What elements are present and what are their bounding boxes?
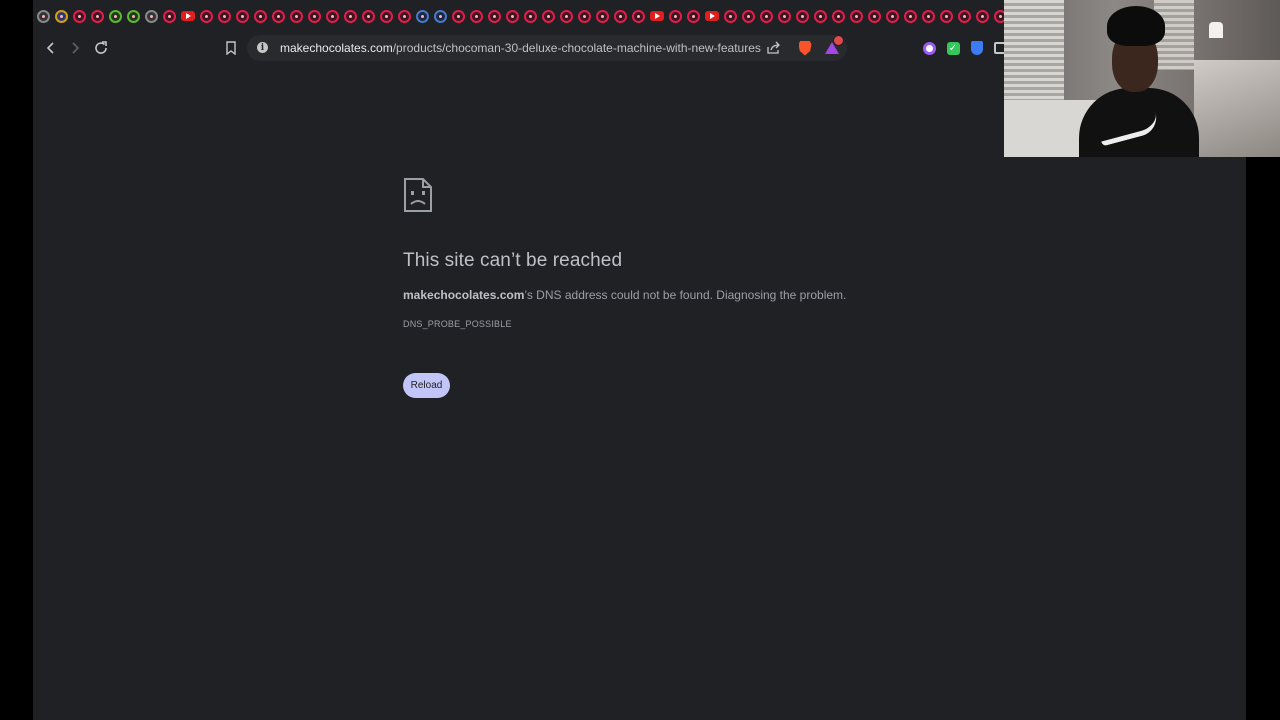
- tab-favicon-icon[interactable]: [542, 9, 555, 23]
- tab-favicon-icon[interactable]: [91, 9, 104, 23]
- tab-favicon-icon[interactable]: [272, 9, 285, 23]
- site-info-icon[interactable]: i: [257, 42, 268, 53]
- tab-favicon-icon[interactable]: [254, 9, 267, 23]
- forward-button[interactable]: [63, 36, 87, 60]
- error-description: makechocolates.com’s DNS address could n…: [403, 288, 846, 302]
- share-button[interactable]: [764, 39, 782, 57]
- webcam-overlay: [1004, 0, 1280, 157]
- rewards-badge: [833, 35, 844, 46]
- share-icon: [766, 41, 780, 54]
- tab-favicon-icon[interactable]: [145, 9, 158, 23]
- tab-favicon-icon[interactable]: [524, 9, 537, 23]
- error-title: This site can’t be reached: [403, 250, 623, 271]
- tab-favicon-icon[interactable]: [904, 9, 917, 23]
- tab-favicon-icon[interactable]: [326, 9, 339, 23]
- tab-favicon-icon[interactable]: [200, 9, 213, 23]
- tab-favicon-icon[interactable]: [218, 9, 231, 23]
- tab-favicon-icon[interactable]: [705, 11, 719, 21]
- error-host: makechocolates.com: [403, 288, 525, 302]
- tab-favicon-icon[interactable]: [37, 9, 50, 23]
- ring-extension-icon: [922, 41, 936, 55]
- error-code: DNS_PROBE_POSSIBLE: [403, 319, 512, 329]
- tab-favicon-icon[interactable]: [922, 9, 935, 23]
- tab-favicon-icon[interactable]: [362, 9, 375, 23]
- tab-favicon-icon[interactable]: [127, 9, 140, 23]
- url-text[interactable]: makechocolates.com/products/chocoman-30-…: [280, 41, 761, 55]
- extension-button-3[interactable]: [968, 39, 986, 57]
- tab-favicon-icon[interactable]: [470, 9, 483, 23]
- tab-favicon-icon[interactable]: [488, 9, 501, 23]
- reload-button[interactable]: Reload: [403, 373, 450, 398]
- back-button[interactable]: [39, 36, 63, 60]
- reload-toolbar-button[interactable]: [89, 36, 113, 60]
- password-manager-icon: [971, 41, 983, 55]
- tab-favicon-icon[interactable]: [578, 9, 591, 23]
- tab-favicon-icon[interactable]: [760, 9, 773, 23]
- tab-favicon-icon[interactable]: [796, 9, 809, 23]
- brave-lion-icon: [798, 40, 812, 56]
- tab-favicon-icon[interactable]: [109, 9, 122, 23]
- tab-favicon-icon[interactable]: [163, 9, 176, 23]
- tab-favicon-icon[interactable]: [506, 9, 519, 23]
- tab-favicon-icon[interactable]: [940, 9, 953, 23]
- tab-favicon-icon[interactable]: [596, 9, 609, 23]
- error-description-text: ’s DNS address could not be found. Diagn…: [524, 288, 847, 302]
- tab-favicon-icon[interactable]: [650, 11, 664, 21]
- tab-favicon-icon[interactable]: [814, 9, 827, 23]
- tab-favicon-icon[interactable]: [560, 9, 573, 23]
- tab-favicon-icon[interactable]: [614, 9, 627, 23]
- address-bar[interactable]: i makechocolates.com/products/chocoman-3…: [247, 35, 847, 61]
- tab-favicon-icon[interactable]: [669, 9, 682, 23]
- tab-favicon-icon[interactable]: [850, 9, 863, 23]
- tab-favicon-icon[interactable]: [687, 9, 700, 23]
- url-path: /products/chocoman-30-deluxe-chocolate-m…: [392, 41, 761, 55]
- tab-favicon-icon[interactable]: [452, 9, 465, 23]
- bookmark-icon: [226, 41, 236, 55]
- url-domain: makechocolates.com: [280, 41, 393, 55]
- tab-favicon-icon[interactable]: [73, 9, 86, 23]
- tab-favicon-icon[interactable]: [416, 9, 429, 23]
- tab-favicon-icon[interactable]: [308, 9, 321, 23]
- checkmark-extension-icon: ✓: [946, 41, 960, 55]
- reload-icon: [95, 41, 107, 54]
- back-icon: [46, 42, 54, 54]
- tab-favicon-icon[interactable]: [976, 9, 989, 23]
- tab-favicon-icon[interactable]: [380, 9, 393, 23]
- tab-favicon-icon[interactable]: [236, 9, 249, 23]
- extension-button-1[interactable]: [920, 39, 938, 57]
- tab-favicon-icon[interactable]: [724, 9, 737, 23]
- forward-icon: [72, 42, 80, 54]
- brave-shields-button[interactable]: [796, 39, 814, 57]
- extension-button-2[interactable]: ✓: [944, 39, 962, 57]
- tab-favicon-icon[interactable]: [434, 9, 447, 23]
- tab-favicon-icon[interactable]: [832, 9, 845, 23]
- sad-document-icon: [404, 178, 432, 212]
- tab-favicon-icon[interactable]: [742, 9, 755, 23]
- tab-favicon-icon[interactable]: [290, 9, 303, 23]
- tab-favicon-icon[interactable]: [344, 9, 357, 23]
- tab-favicon-icon[interactable]: [958, 9, 971, 23]
- tab-favicon-icon[interactable]: [632, 9, 645, 23]
- bookmark-button[interactable]: [219, 36, 243, 60]
- tab-favicon-icon[interactable]: [778, 9, 791, 23]
- tab-favicon-icon[interactable]: [55, 9, 68, 23]
- tab-favicon-icon[interactable]: [886, 9, 899, 23]
- tab-favicon-icon[interactable]: [181, 11, 195, 21]
- tab-favicon-icon[interactable]: [398, 9, 411, 23]
- tab-favicon-icon[interactable]: [868, 9, 881, 23]
